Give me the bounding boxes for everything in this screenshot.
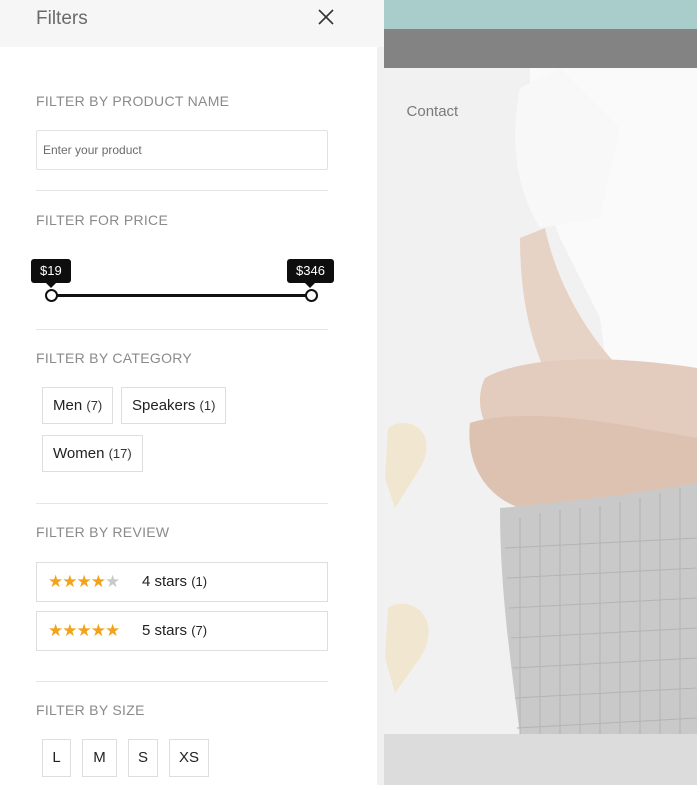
nav-item-contact[interactable]: Contact	[407, 103, 459, 120]
category-count: (1)	[199, 398, 216, 413]
category-chip-women[interactable]: Women (17)	[42, 435, 143, 472]
category-heading: FILTER BY CATEGORY	[36, 350, 193, 366]
price-max-label: $346	[287, 259, 334, 288]
close-icon	[318, 9, 334, 25]
size-chip-l[interactable]: L	[42, 739, 71, 777]
price-min-label: $19	[31, 259, 71, 288]
product-name-input[interactable]	[36, 130, 328, 170]
category-count: (7)	[86, 398, 103, 413]
close-button[interactable]	[314, 6, 338, 30]
size-chip-s[interactable]: S	[128, 739, 158, 777]
rating-stars-icon: ★★★★★	[48, 572, 120, 592]
divider	[36, 190, 328, 191]
filter-drawer: Filters FILTER BY PRODUCT NAME FILTER FO…	[0, 0, 384, 785]
drawer-title: Filters	[36, 8, 88, 29]
divider	[36, 681, 328, 682]
size-chip-xs[interactable]: XS	[169, 739, 209, 777]
price-heading: FILTER FOR PRICE	[36, 212, 169, 228]
category-label: Speakers	[132, 397, 196, 414]
divider	[36, 503, 328, 504]
divider	[36, 329, 328, 330]
review-count: (1)	[191, 574, 208, 589]
price-slider-max-handle[interactable]	[305, 289, 318, 302]
price-slider-min-handle[interactable]	[45, 289, 58, 302]
review-option-4-stars[interactable]: ★★★★★ 4 stars (1)	[36, 562, 328, 602]
review-label: 5 stars	[142, 622, 188, 639]
review-option-5-stars[interactable]: ★★★★★ 5 stars (7)	[36, 611, 328, 651]
rating-stars-icon: ★★★★★	[48, 621, 120, 641]
drawer-header: Filters	[0, 0, 384, 47]
review-count: (7)	[191, 623, 208, 638]
product-name-heading: FILTER BY PRODUCT NAME	[36, 93, 230, 109]
category-chip-men[interactable]: Men (7)	[42, 387, 114, 424]
size-chip-m[interactable]: M	[82, 739, 117, 777]
category-chip-speakers[interactable]: Speakers (1)	[121, 387, 227, 424]
category-label: Men	[53, 397, 83, 414]
review-label: 4 stars	[142, 573, 188, 590]
size-heading: FILTER BY SIZE	[36, 702, 145, 718]
category-label: Women	[53, 445, 105, 462]
category-count: (17)	[108, 446, 132, 461]
drawer-scrollbar[interactable]	[377, 47, 384, 785]
review-heading: FILTER BY REVIEW	[36, 524, 170, 540]
price-slider-track[interactable]	[51, 294, 312, 297]
